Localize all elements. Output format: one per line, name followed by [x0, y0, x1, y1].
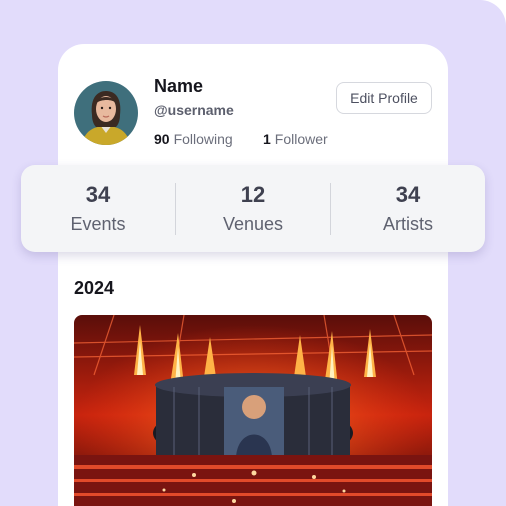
concert-stage-icon: [74, 315, 432, 506]
profile-username: @username: [154, 102, 234, 118]
profile-name: Name: [154, 76, 204, 96]
stat-value: 12: [240, 181, 266, 207]
avatar[interactable]: [74, 81, 138, 145]
followers-label: Follower: [274, 131, 328, 147]
followers-number: 1: [263, 131, 271, 147]
stat-events[interactable]: 34 Events: [21, 181, 175, 235]
user-avatar-icon: [74, 81, 138, 145]
stat-label: Venues: [222, 213, 284, 234]
stat-value: 34: [395, 181, 421, 207]
stat-artists[interactable]: 34 Artists: [330, 181, 485, 235]
edit-profile-button[interactable]: Edit Profile: [336, 82, 432, 114]
followers-count[interactable]: 1 Follower: [263, 131, 328, 147]
event-image[interactable]: [74, 315, 432, 506]
following-count[interactable]: 90 Following: [154, 131, 233, 147]
stat-value: 34: [85, 181, 111, 207]
stat-venues[interactable]: 12 Venues: [175, 181, 330, 235]
stat-label: Artists: [382, 213, 433, 234]
stats-card: 34 Events 12 Venues 34 Artists: [21, 165, 485, 252]
stat-label: Events: [70, 213, 126, 234]
year-heading: 2024: [74, 278, 115, 298]
following-number: 90: [154, 131, 170, 147]
following-label: Following: [173, 131, 233, 147]
